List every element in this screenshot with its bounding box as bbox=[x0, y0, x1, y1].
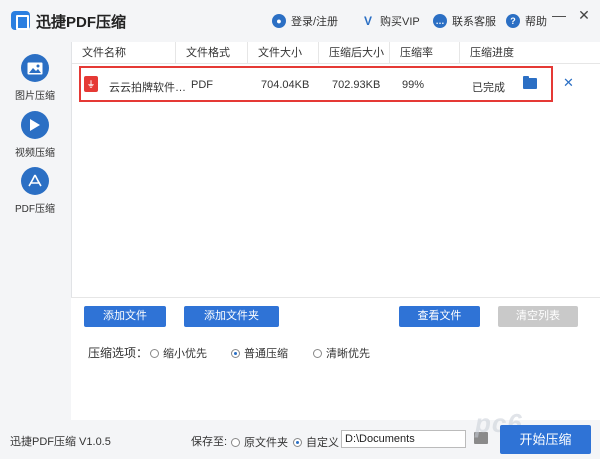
sidebar-item-label: 图片压缩 bbox=[15, 91, 55, 102]
sidebar-item-pdf-compress[interactable]: PDF压缩 bbox=[0, 167, 70, 223]
option-smallest-radio[interactable]: 缩小优先 bbox=[150, 345, 207, 361]
remove-row-icon[interactable]: ✕ bbox=[563, 75, 574, 91]
sidebar-item-label: 视频压缩 bbox=[15, 148, 55, 159]
save-custom-radio[interactable]: 自定义 bbox=[293, 434, 339, 450]
option-normal-radio[interactable]: 普通压缩 bbox=[231, 345, 288, 361]
play-icon bbox=[21, 111, 49, 139]
add-file-button[interactable]: 添加文件 bbox=[84, 306, 166, 327]
chat-icon: … bbox=[433, 14, 447, 28]
ratio-cell: 99% bbox=[402, 79, 425, 91]
app-title: 迅捷PDF压缩 bbox=[36, 14, 127, 31]
support-link[interactable]: … 联系客服 bbox=[433, 13, 496, 29]
sidebar-item-video-compress[interactable]: 视频压缩 bbox=[0, 111, 70, 167]
radio-label: 自定义 bbox=[306, 437, 339, 449]
pdf-icon bbox=[21, 167, 49, 195]
start-compress-button[interactable]: 开始压缩 bbox=[500, 425, 591, 454]
save-original-folder-radio[interactable]: 原文件夹 bbox=[231, 434, 288, 450]
column-header: 压缩进度 bbox=[470, 47, 514, 59]
radio-label: 清晰优先 bbox=[326, 348, 370, 360]
radio-label: 缩小优先 bbox=[163, 348, 207, 360]
app-logo-icon bbox=[11, 11, 30, 30]
title-bar: 迅捷PDF压缩 ● 登录/注册 V 购买VIP … 联系客服 ? 帮助 — ✕ bbox=[0, 0, 600, 42]
radio-dot bbox=[231, 348, 240, 358]
help-label: 帮助 bbox=[525, 16, 547, 28]
buy-vip-label: 购买VIP bbox=[380, 16, 420, 28]
view-files-button[interactable]: 查看文件 bbox=[399, 306, 480, 327]
close-window-button[interactable]: ✕ bbox=[573, 6, 595, 24]
login-label: 登录/注册 bbox=[291, 16, 339, 28]
column-header: 文件名称 bbox=[72, 42, 176, 64]
version-label: 迅捷PDF压缩 V1.0.5 bbox=[10, 436, 111, 448]
save-to-label: 保存至: bbox=[191, 436, 228, 448]
save-path-input[interactable] bbox=[341, 430, 466, 448]
column-header: 压缩后大小 bbox=[319, 42, 390, 64]
file-format-cell: PDF bbox=[191, 79, 213, 91]
image-icon bbox=[21, 54, 49, 82]
option-clarity-radio[interactable]: 清晰优先 bbox=[313, 345, 370, 361]
sidebar-item-image-compress[interactable]: 图片压缩 bbox=[0, 54, 70, 110]
radio-dot bbox=[293, 437, 302, 447]
radio-dot bbox=[231, 437, 240, 447]
clear-list-button[interactable]: 清空列表 bbox=[498, 306, 578, 327]
minimize-button[interactable]: — bbox=[548, 6, 570, 24]
radio-dot bbox=[150, 348, 159, 358]
radio-dot bbox=[313, 348, 322, 358]
login-link[interactable]: ● 登录/注册 bbox=[272, 13, 338, 29]
file-name-cell: 云云拍牌软件… bbox=[109, 82, 186, 94]
sidebar: 图片压缩 视频压缩 PDF压缩 bbox=[0, 42, 70, 420]
column-header: 压缩率 bbox=[390, 42, 460, 64]
user-icon: ● bbox=[272, 14, 286, 28]
help-link[interactable]: ? 帮助 bbox=[506, 13, 547, 29]
pdf-file-icon: ⏚ bbox=[84, 76, 98, 92]
column-header: 文件格式 bbox=[176, 42, 248, 64]
help-icon: ? bbox=[506, 14, 520, 28]
file-size-cell: 704.04KB bbox=[261, 79, 310, 91]
add-folder-button[interactable]: 添加文件夹 bbox=[184, 306, 279, 327]
radio-label: 普通压缩 bbox=[244, 348, 288, 360]
table-header: 文件名称 文件格式 文件大小 压缩后大小 压缩率 压缩进度 bbox=[72, 42, 600, 64]
vip-icon: V bbox=[363, 14, 372, 28]
compress-options-label: 压缩选项： bbox=[88, 346, 149, 360]
radio-label: 原文件夹 bbox=[244, 437, 288, 449]
sidebar-item-label: PDF压缩 bbox=[15, 204, 55, 215]
compressed-size-cell: 702.93KB bbox=[332, 79, 381, 91]
buy-vip-link[interactable]: V 购买VIP bbox=[361, 13, 420, 29]
open-folder-icon[interactable] bbox=[523, 76, 537, 89]
column-header: 文件大小 bbox=[248, 42, 319, 64]
support-label: 联系客服 bbox=[452, 16, 496, 28]
progress-cell: 已完成 bbox=[472, 82, 505, 94]
